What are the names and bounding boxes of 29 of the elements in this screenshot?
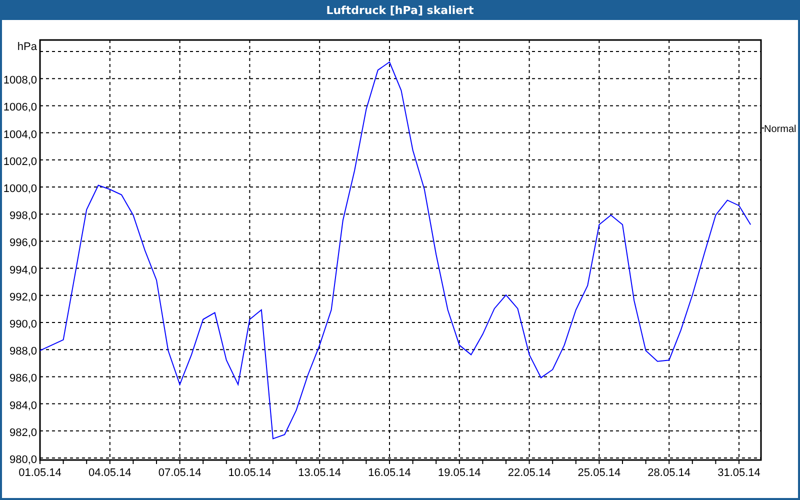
x-tick-label: 07.05.14 <box>158 467 202 479</box>
y-tick-label: 982,0 <box>9 426 37 439</box>
y-tick-label: 984,0 <box>9 400 37 412</box>
y-tick-label: 1000,0 <box>3 183 37 195</box>
x-tick-label: 01.05.14 <box>18 467 62 479</box>
y-tick-label: 996,0 <box>9 237 37 250</box>
y-tick-label: 992,0 <box>9 291 37 304</box>
annotation-label: Normal <box>764 124 796 135</box>
y-tick-label: 1002,0 <box>3 156 37 168</box>
x-tick-label: 10.05.14 <box>228 467 272 479</box>
y-tick-label: 998,0 <box>9 210 37 222</box>
y-tick-label: 986,0 <box>9 372 37 385</box>
y-tick-label: 1004,0 <box>3 128 37 141</box>
y-tick-label: 990,0 <box>9 318 37 330</box>
y-tick-label: 988,0 <box>9 346 37 358</box>
x-tick-label: 04.05.14 <box>88 467 132 479</box>
y-tick-label: 994,0 <box>9 264 37 276</box>
y-tick-label: 980,0 <box>9 454 37 466</box>
x-tick-label: 19.05.14 <box>438 467 481 479</box>
x-tick-label: 13.05.14 <box>298 467 342 479</box>
x-tick-label: 22.05.14 <box>508 467 551 479</box>
y-tick-label: 1008,0 <box>3 74 37 87</box>
x-tick-label: 25.05.14 <box>578 467 621 479</box>
x-tick-label: 16.05.14 <box>368 467 411 479</box>
window-title: Luftdruck [hPa] skaliert <box>0 0 800 20</box>
axis-title: hPa <box>17 41 37 53</box>
y-tick-label: 1006,0 <box>3 102 37 114</box>
x-tick-label: 31.05.14 <box>718 467 760 479</box>
x-tick-label: 28.05.14 <box>648 467 691 479</box>
